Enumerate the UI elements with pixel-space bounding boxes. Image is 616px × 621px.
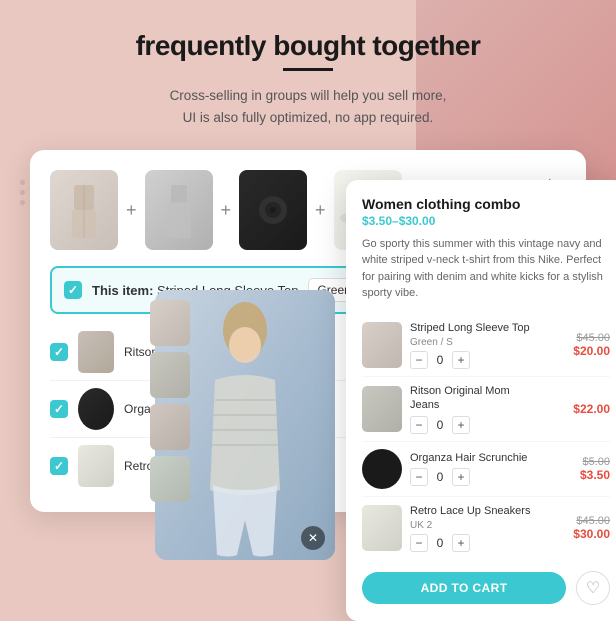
combo-item: Retro Lace Up Sneakers UK 2 − 0 + $45.00… [362, 497, 610, 559]
combo-item-img-3 [362, 449, 402, 489]
combo-items-list: Striped Long Sleeve Top Green / S − 0 + … [362, 314, 610, 559]
plus-1: + [126, 200, 137, 221]
wishlist-button[interactable]: ♡ [576, 571, 610, 605]
combo-item-info-4: Retro Lace Up Sneakers UK 2 − 0 + [410, 504, 542, 552]
combo-item-pricing-3: $5.00 $3.50 [550, 456, 610, 482]
qty-value-2: 0 [434, 418, 446, 432]
qty-plus-4[interactable]: + [452, 534, 470, 552]
combo-item-img-1 [362, 322, 402, 368]
thumb-2[interactable] [150, 352, 190, 398]
list-item-checkbox-2[interactable] [50, 400, 68, 418]
qty-plus-3[interactable]: + [452, 468, 470, 486]
combo-item-variant-1: Green / S [410, 337, 542, 348]
combo-item: Ritson Original Mom Jeans − 0 + $22.00 [362, 377, 610, 442]
qty-minus-1[interactable]: − [410, 351, 428, 369]
combo-orig-1: $45.00 [550, 332, 610, 344]
thumbnail-strip [150, 300, 190, 502]
combo-item-info-1: Striped Long Sleeve Top Green / S − 0 + [410, 321, 542, 369]
qty-control-1: − 0 + [410, 351, 542, 369]
qty-value-1: 0 [434, 353, 446, 367]
product-image-1 [50, 170, 118, 250]
combo-item: Organza Hair Scrunchie − 0 + $5.00 $3.50 [362, 442, 610, 497]
qty-value-3: 0 [434, 470, 446, 484]
qty-minus-2[interactable]: − [410, 416, 428, 434]
combo-sale-1: $20.00 [550, 344, 610, 358]
qty-plus-2[interactable]: + [452, 416, 470, 434]
qty-plus-1[interactable]: + [452, 351, 470, 369]
combo-sale-3: $3.50 [550, 468, 610, 482]
qty-control-3: − 0 + [410, 468, 542, 486]
overlay-card: Women clothing combo $3.50–$30.00 Go spo… [346, 180, 616, 621]
qty-value-4: 0 [434, 536, 446, 550]
subtitle: Cross-selling in groups will help you se… [30, 85, 586, 128]
thumb-4[interactable] [150, 456, 190, 502]
combo-sale-4: $30.00 [550, 527, 610, 541]
qty-minus-3[interactable]: − [410, 468, 428, 486]
list-item-checkbox-1[interactable] [50, 343, 68, 361]
combo-description: Go sporty this summer with this vintage … [362, 236, 610, 302]
list-item-checkbox-3[interactable] [50, 457, 68, 475]
qty-control-2: − 0 + [410, 416, 542, 434]
combo-title: Women clothing combo [362, 196, 610, 212]
list-item-thumb-2 [78, 388, 114, 430]
combo-item: Striped Long Sleeve Top Green / S − 0 + … [362, 314, 610, 377]
list-item-thumb-3 [78, 445, 114, 487]
thumb-1[interactable] [150, 300, 190, 346]
close-model-button[interactable]: ✕ [301, 526, 325, 550]
list-item-thumb-1 [78, 331, 114, 373]
page-title: frequently bought together [30, 30, 586, 62]
combo-orig-3: $5.00 [550, 456, 610, 468]
combo-item-name-4: Retro Lace Up Sneakers [410, 504, 542, 518]
combo-item-pricing-2: $22.00 [550, 402, 610, 416]
plus-3: + [315, 200, 326, 221]
this-item-checkbox[interactable] [64, 281, 82, 299]
combo-item-img-2 [362, 386, 402, 432]
combo-price-range: $3.50–$30.00 [362, 214, 610, 228]
combo-add-to-cart-button[interactable]: ADD TO CART [362, 572, 566, 604]
combo-item-pricing-4: $45.00 $30.00 [550, 515, 610, 541]
combo-item-name-2: Ritson Original Mom Jeans [410, 384, 542, 413]
combo-footer: ADD TO CART ♡ [362, 571, 610, 605]
qty-minus-4[interactable]: − [410, 534, 428, 552]
combo-item-name-3: Organza Hair Scrunchie [410, 451, 542, 465]
combo-sale-2: $22.00 [550, 402, 610, 416]
combo-item-info-2: Ritson Original Mom Jeans − 0 + [410, 384, 542, 434]
qty-control-4: − 0 + [410, 534, 542, 552]
combo-item-variant-4: UK 2 [410, 520, 542, 531]
title-underline [283, 68, 333, 71]
combo-item-img-4 [362, 505, 402, 551]
product-image-3 [239, 170, 307, 250]
product-image-2 [145, 170, 213, 250]
combo-orig-4: $45.00 [550, 515, 610, 527]
combo-item-pricing-1: $45.00 $20.00 [550, 332, 610, 358]
thumb-3[interactable] [150, 404, 190, 450]
combo-item-name-1: Striped Long Sleeve Top [410, 321, 542, 335]
heart-icon: ♡ [586, 578, 600, 598]
combo-item-info-3: Organza Hair Scrunchie − 0 + [410, 451, 542, 486]
plus-2: + [221, 200, 232, 221]
